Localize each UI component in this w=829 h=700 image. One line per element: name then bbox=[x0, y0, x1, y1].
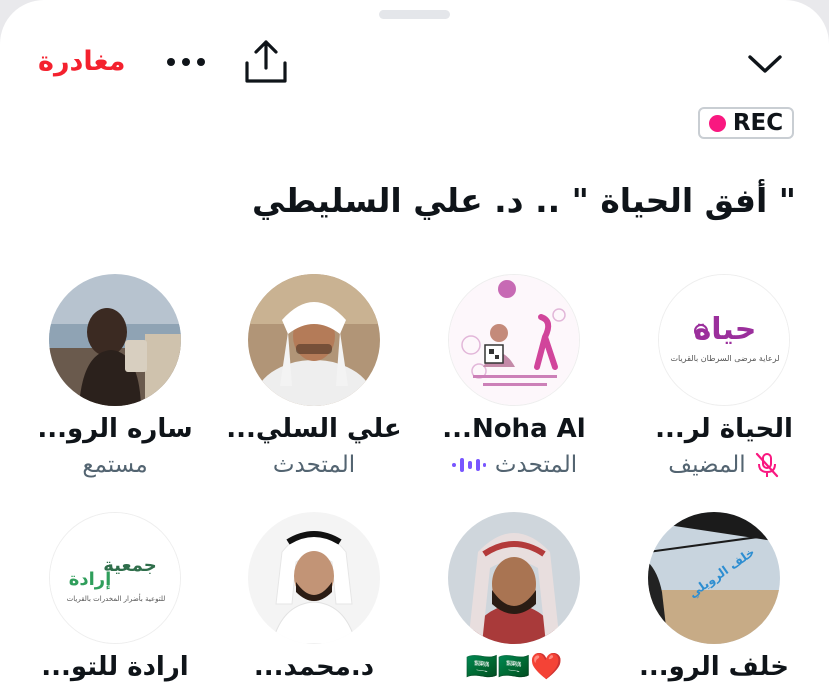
participant-name: علي السلي... bbox=[226, 414, 402, 444]
avatar[interactable] bbox=[448, 274, 580, 406]
space-title: " أفق الحياة " .. د. علي السليطي bbox=[251, 181, 796, 220]
avatar[interactable] bbox=[248, 512, 380, 644]
avatar-caption: للتوعية بأضرار المخدرات بالقريات bbox=[67, 593, 166, 603]
speaking-bars-icon bbox=[451, 458, 486, 472]
participant-name: ارادة للتو... bbox=[41, 652, 189, 682]
avatar[interactable] bbox=[49, 274, 181, 406]
participant-name: ❤️🇸🇦🇸🇦 bbox=[465, 652, 563, 682]
sheet-grabber[interactable] bbox=[379, 10, 450, 19]
avatar[interactable]: خلف الرويلي bbox=[648, 512, 780, 644]
participant-name: Noha Al... bbox=[442, 414, 586, 444]
participant-name: خلف الرو... bbox=[638, 652, 789, 682]
avatar[interactable]: حياة لرعاية مرضى السرطان بالقريات bbox=[658, 274, 790, 406]
avatar[interactable] bbox=[248, 274, 380, 406]
space-sheet: مغادرة REC " أفق الحياة " .. د. علي السل… bbox=[0, 0, 829, 700]
leave-button[interactable]: مغادرة bbox=[38, 44, 125, 80]
role-row: المتحدث bbox=[414, 450, 614, 480]
participant-role: مستمع bbox=[82, 452, 148, 478]
avatar-caption: لرعاية مرضى السرطان بالقريات bbox=[670, 354, 779, 363]
avatar-logo-text: حياة bbox=[694, 312, 757, 347]
participant-role: المتحدث bbox=[494, 452, 578, 478]
more-button[interactable] bbox=[163, 46, 209, 78]
recording-dot-icon bbox=[708, 114, 726, 132]
role-row: المتحدث bbox=[214, 450, 414, 480]
recording-label: REC bbox=[732, 110, 784, 136]
avatar[interactable]: جمعية إرادة للتوعية بأضرار المخدرات بالق… bbox=[49, 512, 181, 644]
more-horizontal-icon bbox=[167, 58, 205, 66]
recording-badge: REC bbox=[698, 107, 794, 139]
participant-name: د.محمد... bbox=[253, 652, 375, 682]
share-button[interactable] bbox=[240, 38, 292, 86]
avatar-logo-line2: إرادة bbox=[69, 569, 112, 590]
share-icon bbox=[245, 40, 287, 83]
participant-role: المضيف bbox=[668, 452, 746, 478]
mic-muted-icon bbox=[755, 452, 778, 478]
participant-name: الحياة لر... bbox=[655, 414, 793, 444]
role-row: مستمع bbox=[15, 450, 215, 480]
avatar[interactable] bbox=[448, 512, 580, 644]
chevron-down-icon bbox=[748, 55, 782, 73]
participant-role: المتحدث bbox=[272, 452, 356, 478]
participant-name: ساره الرو... bbox=[37, 414, 193, 444]
collapse-button[interactable] bbox=[738, 42, 792, 84]
role-row: المضيف bbox=[624, 450, 824, 480]
